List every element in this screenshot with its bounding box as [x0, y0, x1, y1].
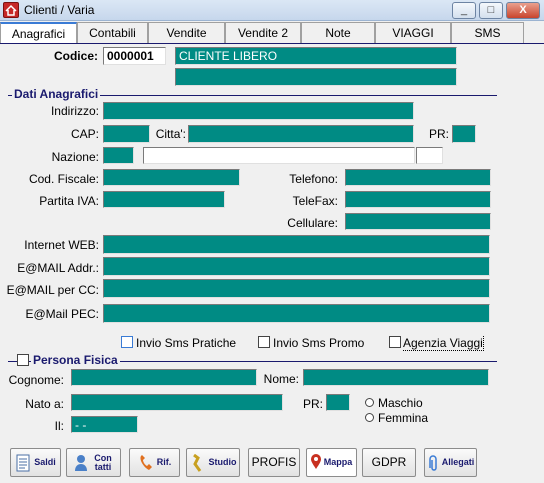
close-button[interactable]: X [506, 2, 540, 19]
ragione-sociale-input[interactable]: CLIENTE LIBERO [175, 47, 457, 65]
gdpr-button[interactable]: GDPR [362, 448, 416, 477]
femmina-label: Femmina [378, 411, 429, 425]
document-icon [15, 454, 31, 472]
minimize-button[interactable]: _ [452, 2, 476, 19]
nato-a-label: Nato a: [25, 397, 64, 411]
tab-sms[interactable]: SMS [451, 22, 524, 43]
studio-button[interactable]: Studio [186, 448, 240, 477]
cellulare-label: Cellulare: [287, 216, 338, 230]
map-pin-icon [310, 453, 321, 472]
telefax-input[interactable] [345, 191, 491, 208]
email-pec-input[interactable] [103, 304, 490, 323]
email-pec-label: E@Mail PEC: [25, 307, 99, 321]
maschio-radio[interactable] [365, 398, 374, 407]
nazione-code-input[interactable] [103, 147, 134, 164]
tab-viaggi[interactable]: VIAGGI [375, 22, 451, 43]
cellulare-input[interactable] [345, 213, 491, 230]
sms-promo-checkbox[interactable] [258, 336, 270, 348]
sms-pratiche-checkbox[interactable] [121, 336, 133, 348]
nazione-name-input[interactable] [143, 147, 415, 164]
pr-label: PR: [428, 127, 449, 141]
partita-iva-input[interactable] [103, 191, 225, 208]
phone-icon [138, 454, 154, 472]
ragione-sociale-2-input[interactable] [175, 68, 457, 86]
saldi-button[interactable]: Saldi [10, 448, 61, 477]
email-cc-label: E@MAIL per CC: [6, 283, 99, 297]
email-input[interactable] [103, 257, 490, 276]
nome-label: Nome: [263, 372, 299, 386]
allegati-button[interactable]: Allegati [424, 448, 477, 477]
agenzia-viaggi-label: Agenzia Viaggi [403, 336, 484, 351]
agenzia-viaggi-checkbox[interactable] [389, 336, 401, 348]
maschio-label: Maschio [378, 396, 423, 410]
partita-iva-label: Partita IVA: [39, 194, 99, 208]
il-label: Il: [54, 419, 64, 433]
nato-pr-input[interactable] [326, 394, 350, 411]
cognome-input[interactable] [71, 369, 257, 386]
nazione-extra-input[interactable] [416, 147, 443, 164]
telefono-label: Telefono: [289, 172, 338, 186]
persona-fisica-heading: Persona Fisica [31, 353, 120, 367]
dati-anagrafici-heading: Dati Anagrafici [12, 87, 101, 101]
nome-input[interactable] [303, 369, 489, 386]
tab-anagrafici[interactable]: Anagrafici [0, 22, 77, 43]
internet-web-label: Internet WEB: [24, 238, 99, 252]
citta-input[interactable] [188, 125, 414, 143]
sms-pratiche-label: Invio Sms Pratiche [136, 336, 237, 350]
cap-label: CAP: [70, 127, 99, 141]
internet-web-input[interactable] [103, 235, 490, 254]
paperclip-icon [427, 454, 439, 472]
app-icon [3, 2, 19, 18]
tab-contabili[interactable]: Contabili [77, 22, 148, 43]
cap-input[interactable] [103, 125, 150, 143]
contatti-button[interactable]: Con tatti [66, 448, 121, 477]
tab-vendite-2[interactable]: Vendite 2 [225, 22, 301, 43]
provincia-input[interactable] [452, 125, 476, 143]
codice-label: Codice: [53, 49, 98, 63]
tab-vendite[interactable]: Vendite [148, 22, 225, 43]
email-label: E@MAIL Addr.: [17, 261, 99, 275]
studio-icon [190, 453, 206, 472]
cognome-label: Cognome: [8, 373, 64, 387]
indirizzo-input[interactable] [103, 102, 414, 120]
window-title: Clienti / Varia [24, 3, 95, 17]
femmina-radio[interactable] [365, 413, 374, 422]
nato-pr-label: PR: [302, 397, 323, 411]
citta-label: Citta': [155, 127, 186, 141]
tab-note[interactable]: Note [301, 22, 375, 43]
persona-fisica-checkbox[interactable] [17, 354, 29, 366]
nazione-label: Nazione: [51, 150, 99, 164]
riferimenti-button[interactable]: Rif. [129, 448, 180, 477]
profis-button[interactable]: PROFIS [248, 448, 300, 477]
codice-input[interactable]: 0000001 [103, 47, 166, 65]
data-nascita-input[interactable]: - - [71, 416, 138, 433]
contacts-icon [74, 454, 90, 472]
tab-divider [0, 43, 544, 44]
telefono-input[interactable] [345, 169, 491, 186]
nato-a-input[interactable] [71, 394, 283, 411]
mappa-button[interactable]: Mappa [306, 448, 357, 477]
maximize-button[interactable]: □ [479, 2, 503, 19]
indirizzo-label: Indirizzo: [50, 104, 99, 118]
cod-fiscale-input[interactable] [103, 169, 240, 186]
cod-fiscale-label: Cod. Fiscale: [28, 172, 99, 186]
telefax-label: TeleFax: [292, 194, 338, 208]
email-cc-input[interactable] [103, 279, 490, 298]
sms-promo-label: Invio Sms Promo [273, 336, 365, 350]
